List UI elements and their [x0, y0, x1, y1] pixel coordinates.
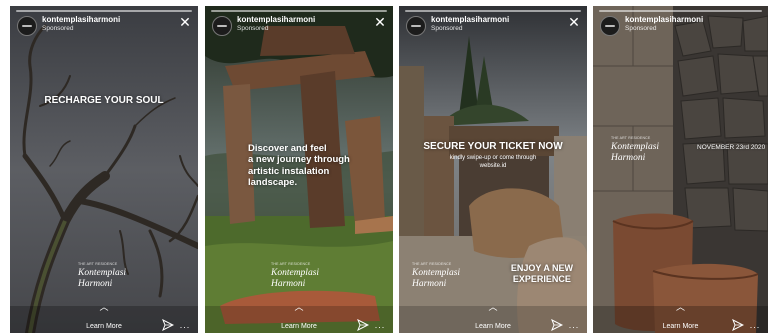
cta-line-2: EXPERIENCE [512, 273, 571, 284]
headline-line-3: artistic instalation [248, 165, 330, 177]
headline-line-4: landscape. [248, 177, 298, 189]
chevron-up-icon[interactable]: ︿ [676, 300, 686, 313]
account-avatar[interactable] [212, 16, 232, 36]
headline-line-2: a new journey through [248, 154, 350, 166]
brand-name-line-1: Kontemplasi [611, 142, 660, 153]
brand-name-line-1: Kontemplasi [78, 268, 127, 279]
close-icon[interactable]: ✕ [373, 15, 387, 29]
send-icon[interactable] [732, 319, 744, 331]
more-icon[interactable]: ··· [569, 322, 580, 332]
chevron-up-icon[interactable]: ︿ [488, 300, 498, 313]
brand-name-line-2: Harmoni [412, 278, 447, 289]
brand-logo: THE ART RESIDENCE Kontemplasi Harmoni [412, 262, 460, 290]
brand-pretitle: THE ART RESIDENCE [78, 262, 118, 266]
brand-pretitle: THE ART RESIDENCE [412, 262, 452, 266]
story-progress-bar [405, 10, 581, 12]
account-name[interactable]: kontemplasiharmoni [625, 15, 703, 24]
sponsored-label: Sponsored [431, 25, 463, 32]
send-icon[interactable] [162, 319, 174, 331]
brand-pretitle: THE ART RESIDENCE [611, 136, 651, 140]
story-subtext: kindly swipe-up or come through website.… [399, 155, 587, 170]
story-card-4[interactable]: kontemplasiharmoni Sponsored THE ART RES… [593, 6, 768, 333]
story-headline: Discover and feel a new journey through … [248, 143, 350, 189]
brand-name-line-2: Harmoni [78, 278, 113, 289]
sponsored-label: Sponsored [42, 25, 74, 32]
account-name[interactable]: kontemplasiharmoni [42, 15, 120, 24]
account-avatar[interactable] [17, 16, 37, 36]
story-headline: RECHARGE YOUR SOUL [44, 95, 164, 106]
subtext-line-2: website.id [479, 162, 507, 169]
more-icon[interactable]: ··· [750, 322, 761, 332]
story-card-2[interactable]: kontemplasiharmoni Sponsored ✕ Discover … [205, 6, 393, 333]
close-icon[interactable]: ✕ [178, 15, 192, 29]
story-card-1[interactable]: kontemplasiharmoni Sponsored ✕ RECHARGE … [10, 6, 198, 333]
account-avatar[interactable] [600, 16, 620, 36]
account-name[interactable]: kontemplasiharmoni [431, 15, 509, 24]
send-icon[interactable] [357, 319, 369, 331]
headline-line-1: Discover and feel [248, 143, 327, 154]
more-icon[interactable]: ··· [180, 322, 191, 332]
chevron-up-icon[interactable]: ︿ [99, 300, 109, 313]
story-progress-bar [211, 10, 387, 12]
cta-line-1: ENJOY A NEW [510, 263, 573, 273]
send-icon[interactable] [551, 319, 563, 331]
story-progress-bar [16, 10, 192, 12]
more-icon[interactable]: ··· [375, 322, 386, 332]
brand-name-line-2: Harmoni [611, 152, 646, 163]
close-icon[interactable]: ✕ [567, 15, 581, 29]
brand-logo: THE ART RESIDENCE Kontemplasi Harmoni [78, 262, 126, 290]
brand-logo: THE ART RESIDENCE Kontemplasi Harmoni [271, 262, 319, 290]
brand-name-line-1: Kontemplasi [271, 268, 320, 279]
brand-name-line-1: Kontemplasi [412, 268, 461, 279]
sponsored-label: Sponsored [237, 25, 269, 32]
brand-pretitle: THE ART RESIDENCE [271, 262, 311, 266]
story-card-3[interactable]: kontemplasiharmoni Sponsored ✕ SECURE YO… [399, 6, 587, 333]
story-headline: SECURE YOUR TICKET NOW [423, 141, 563, 152]
story-progress-bar [599, 10, 762, 12]
brand-name-line-2: Harmoni [271, 278, 306, 289]
sponsored-label: Sponsored [625, 25, 657, 32]
cta-text: ENJOY A NEW EXPERIENCE [511, 263, 573, 285]
brand-logo: THE ART RESIDENCE Kontemplasi Harmoni [611, 136, 659, 164]
story-4-background [593, 6, 768, 333]
subtext-line-1: kindly swipe-up or come through [449, 155, 537, 161]
account-name[interactable]: kontemplasiharmoni [237, 15, 315, 24]
account-avatar[interactable] [406, 16, 426, 36]
chevron-up-icon[interactable]: ︿ [294, 300, 304, 313]
event-date: NOVEMBER 23rd 2020 [697, 144, 766, 151]
